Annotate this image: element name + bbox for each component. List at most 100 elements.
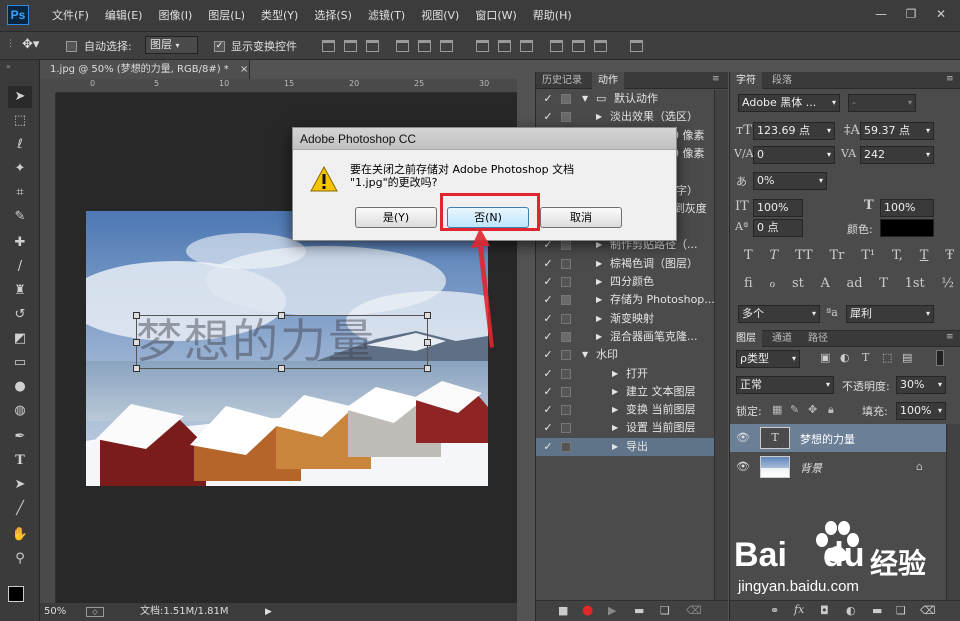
- menu-help[interactable]: 帮助(H): [525, 0, 580, 32]
- layer-row-background[interactable]: 👁︎ 背景 ⌂: [730, 453, 946, 481]
- action-row[interactable]: ✓ ▶ 混合器画笔克隆...: [536, 328, 714, 346]
- action-toggle-check-icon[interactable]: ✓: [542, 419, 554, 437]
- strikethrough-icon[interactable]: Ŧ: [945, 248, 954, 263]
- action-dialog-toggle[interactable]: [561, 368, 571, 379]
- menu-edit[interactable]: 编辑(E): [97, 0, 151, 32]
- action-dialog-toggle[interactable]: [561, 405, 571, 416]
- baseline-shift-field[interactable]: 0 点: [753, 219, 803, 237]
- swash-icon[interactable]: A: [821, 276, 830, 291]
- discretionary-ligature-icon[interactable]: st: [792, 276, 804, 291]
- transform-handle[interactable]: [424, 339, 431, 346]
- lock-transparent-icon[interactable]: ▦: [772, 403, 782, 416]
- font-size-field[interactable]: 123.69 点 ▾: [753, 122, 835, 140]
- small-caps-icon[interactable]: Tr: [830, 248, 845, 263]
- stop-recording-icon[interactable]: ■: [558, 604, 568, 617]
- align-right-icon[interactable]: [440, 40, 453, 52]
- action-toggle-check-icon[interactable]: ✓: [542, 273, 554, 291]
- subscript-icon[interactable]: T,: [892, 248, 903, 263]
- lock-pixels-icon[interactable]: ✎: [790, 403, 799, 416]
- new-action-icon[interactable]: ❑: [660, 604, 670, 617]
- expand-right-icon[interactable]: ▶: [596, 328, 602, 346]
- expand-right-icon[interactable]: ▶: [612, 401, 618, 419]
- titling-icon[interactable]: T: [879, 276, 888, 291]
- action-toggle-check-icon[interactable]: ✓: [542, 346, 554, 364]
- filter-shape-icon[interactable]: ⬚: [882, 351, 892, 364]
- layer-filter-select[interactable]: ρ类型 ▾: [736, 350, 800, 368]
- tracking-field[interactable]: 242 ▾: [860, 146, 934, 164]
- action-row[interactable]: ✓ ▶ 存储为 Photoshop...: [536, 291, 714, 309]
- delete-layer-icon[interactable]: ⌫: [920, 604, 936, 617]
- document-image[interactable]: 梦想的力量: [86, 211, 488, 486]
- play-icon[interactable]: ▶: [608, 604, 616, 617]
- record-icon[interactable]: ●: [582, 603, 593, 618]
- action-row[interactable]: ✓ ▼ ▭ 默认动作: [536, 90, 714, 108]
- magic-wand-tool-icon[interactable]: ✦: [8, 158, 32, 180]
- expand-right-icon[interactable]: ▶: [596, 273, 602, 291]
- align-left-icon[interactable]: [396, 40, 409, 52]
- all-caps-icon[interactable]: TT: [795, 248, 813, 263]
- fractions-icon[interactable]: ½: [941, 276, 954, 291]
- filter-toggle[interactable]: [936, 350, 944, 366]
- action-toggle-check-icon[interactable]: ✓: [542, 255, 554, 273]
- underline-icon[interactable]: T: [920, 248, 929, 263]
- action-toggle-check-icon[interactable]: ✓: [542, 90, 554, 108]
- close-window-button[interactable]: ✕: [930, 5, 952, 23]
- lasso-tool-icon[interactable]: ℓ: [8, 134, 32, 156]
- new-set-icon[interactable]: ▬: [634, 604, 644, 617]
- expand-right-icon[interactable]: ▶: [596, 291, 602, 309]
- tab-channels[interactable]: 通道: [766, 330, 798, 347]
- align-bottom-icon[interactable]: [366, 40, 379, 52]
- auto-align-icon[interactable]: [630, 40, 643, 52]
- menu-view[interactable]: 视图(V): [413, 0, 467, 32]
- adjustment-layer-icon[interactable]: ◐: [846, 604, 856, 617]
- action-dialog-toggle[interactable]: [561, 441, 571, 452]
- minimize-button[interactable]: —: [870, 5, 892, 23]
- distribute-left-icon[interactable]: [550, 40, 563, 52]
- action-row[interactable]: ✓ ▶ 导出: [536, 437, 714, 456]
- clone-stamp-tool-icon[interactable]: ♜: [8, 280, 32, 302]
- action-dialog-toggle[interactable]: [561, 94, 571, 104]
- show-transform-checkbox[interactable]: ✓: [214, 39, 225, 52]
- action-row[interactable]: ✓ ▶ 淡出效果（选区）: [536, 108, 714, 126]
- action-dialog-toggle[interactable]: [561, 258, 571, 269]
- eyedropper-tool-icon[interactable]: ✎: [8, 206, 32, 228]
- layers-panel-menu-icon[interactable]: ≡: [946, 332, 954, 342]
- action-row[interactable]: ✓ ▶ 设置 当前图层: [536, 419, 714, 437]
- foreground-color-swatch[interactable]: [8, 586, 24, 602]
- new-layer-icon[interactable]: ❑: [896, 604, 906, 617]
- lock-position-icon[interactable]: ✥: [808, 403, 817, 416]
- action-row[interactable]: ✓ ▶ 棕褐色调（图层）: [536, 255, 714, 273]
- tab-layers[interactable]: 图层: [730, 330, 762, 347]
- action-row[interactable]: ✓ ▶ 变换 当前图层: [536, 401, 714, 419]
- gradient-tool-icon[interactable]: ▭: [8, 352, 32, 374]
- action-dialog-toggle[interactable]: [561, 277, 571, 287]
- new-group-icon[interactable]: ▬: [872, 604, 882, 617]
- distribute-top-icon[interactable]: [476, 40, 489, 52]
- filter-adjustment-icon[interactable]: ◐: [840, 351, 850, 364]
- menu-filter[interactable]: 滤镜(T): [360, 0, 413, 32]
- action-toggle-check-icon[interactable]: ✓: [542, 383, 554, 401]
- visibility-eye-icon[interactable]: 👁︎: [736, 431, 750, 444]
- layer-row-text[interactable]: 👁︎ T 梦想的力量: [730, 424, 946, 452]
- ligature-icon[interactable]: ﬁ: [744, 276, 753, 291]
- action-dialog-toggle[interactable]: [561, 112, 571, 123]
- toolbox-collapse-icon[interactable]: »: [6, 62, 11, 71]
- link-layers-icon[interactable]: ⚭: [770, 604, 779, 617]
- tab-history[interactable]: 历史记录: [536, 72, 588, 89]
- tab-actions[interactable]: 动作: [592, 72, 624, 89]
- action-toggle-check-icon[interactable]: ✓: [542, 328, 554, 346]
- action-row[interactable]: ✓ ▶ 四分颜色: [536, 273, 714, 291]
- menu-type[interactable]: 类型(Y): [253, 0, 306, 32]
- ordinals-icon[interactable]: 1st: [905, 276, 925, 291]
- action-toggle-check-icon[interactable]: ✓: [542, 365, 554, 383]
- pen-tool-icon[interactable]: ✒: [8, 426, 32, 448]
- expand-right-icon[interactable]: ▶: [596, 310, 602, 328]
- menu-select[interactable]: 选择(S): [306, 0, 360, 32]
- blur-tool-icon[interactable]: ●: [8, 376, 32, 398]
- expand-right-icon[interactable]: ▶: [612, 383, 618, 401]
- action-dialog-toggle[interactable]: [561, 313, 571, 324]
- expand-right-icon[interactable]: ▶: [612, 419, 618, 437]
- fill-field[interactable]: 100% ▾: [896, 402, 946, 420]
- document-tab[interactable]: 1.jpg @ 50% (梦想的力量, RGB/8#) * ×: [40, 60, 250, 79]
- expand-right-icon[interactable]: ▶: [596, 108, 602, 126]
